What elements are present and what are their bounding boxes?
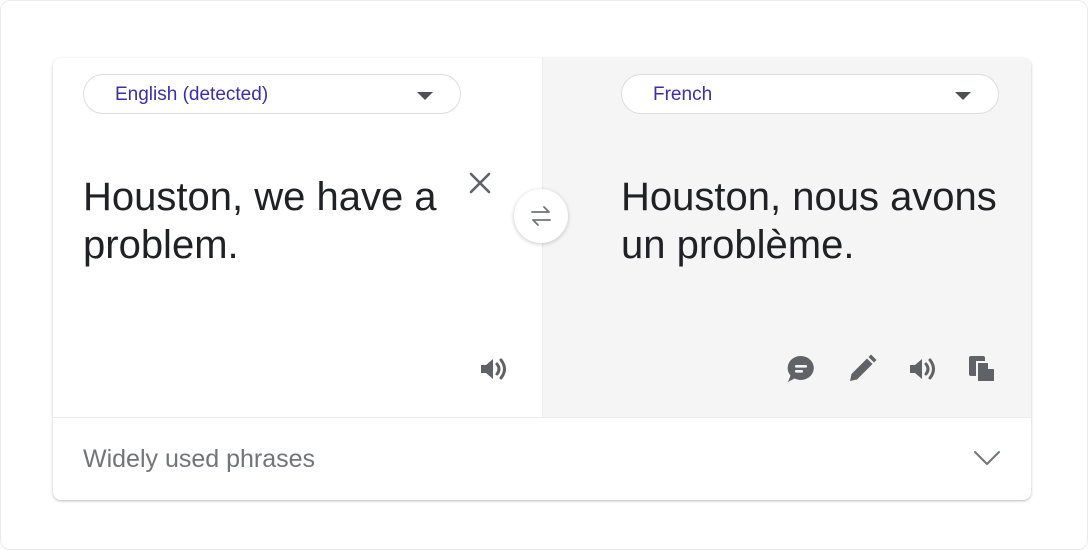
- source-language-select[interactable]: English (detected): [83, 74, 461, 114]
- feedback-icon: [787, 355, 814, 382]
- target-language-select[interactable]: French: [621, 74, 999, 114]
- source-listen-button[interactable]: [475, 350, 511, 386]
- swap-arrows-icon: [531, 206, 551, 226]
- pencil-icon: [850, 354, 877, 381]
- source-text[interactable]: Houston, we have a problem.: [83, 173, 453, 269]
- copy-translation-button[interactable]: [963, 350, 999, 386]
- widely-used-phrases-label: Widely used phrases: [83, 445, 316, 473]
- speaker-icon: [910, 358, 935, 380]
- clear-text-button[interactable]: [466, 169, 494, 197]
- copy-icon: [969, 356, 996, 383]
- close-icon: [469, 172, 491, 194]
- target-language-label: French: [653, 84, 713, 105]
- source-language-label: English (detected): [115, 84, 269, 105]
- caret-down-icon: [955, 92, 971, 100]
- translated-text: Houston, nous avons un problème.: [621, 175, 997, 267]
- caret-down-icon: [417, 92, 433, 100]
- swap-languages-button[interactable]: [514, 189, 568, 243]
- target-listen-button[interactable]: [904, 350, 940, 386]
- speaker-icon: [481, 358, 506, 380]
- source-pane: English (detected) Houston, we have a pr…: [53, 58, 542, 417]
- edit-translation-button[interactable]: [843, 350, 879, 386]
- translator-card: English (detected) Houston, we have a pr…: [53, 58, 1031, 500]
- feedback-button[interactable]: [782, 350, 818, 386]
- widely-used-phrases-row[interactable]: Widely used phrases: [53, 418, 1031, 500]
- chevron-down-icon: [974, 451, 1000, 465]
